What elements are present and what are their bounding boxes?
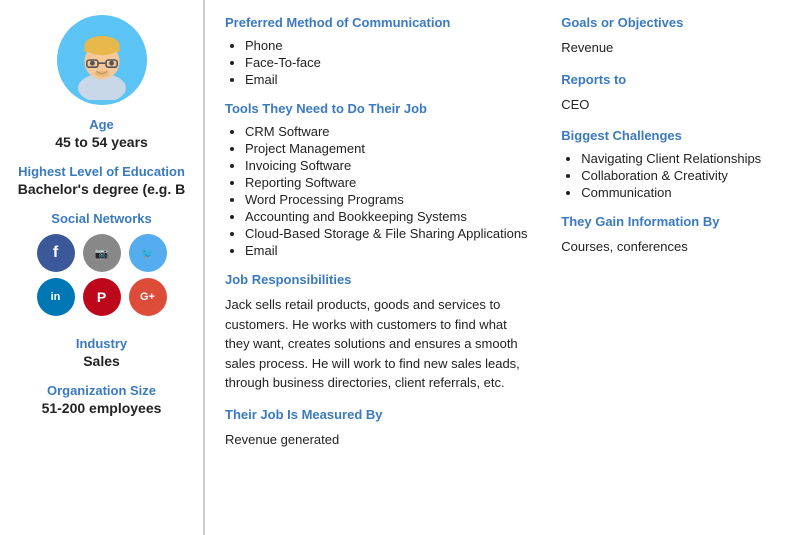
reports-title: Reports to <box>561 72 780 87</box>
linkedin-icon[interactable]: in <box>37 278 75 316</box>
main-left-col: Preferred Method of Communication Phone … <box>225 15 531 520</box>
challenges-list: Navigating Client Relationships Collabor… <box>561 151 780 200</box>
list-item: Communication <box>581 185 780 200</box>
list-item: Project Management <box>245 141 531 156</box>
list-item: CRM Software <box>245 124 531 139</box>
list-item: Cloud-Based Storage & File Sharing Appli… <box>245 226 531 241</box>
list-item: Phone <box>245 38 531 53</box>
job-resp-title: Job Responsibilities <box>225 272 531 287</box>
social-label: Social Networks <box>10 211 193 226</box>
social-section: Social Networks f 📷 🐦 in P G+ <box>10 211 193 322</box>
avatar <box>57 15 147 105</box>
list-item: Word Processing Programs <box>245 192 531 207</box>
instagram-icon[interactable]: 📷 <box>83 234 121 272</box>
comm-list: Phone Face-To-face Email <box>225 38 531 87</box>
measured-title: Their Job Is Measured By <box>225 407 531 422</box>
gplus-icon[interactable]: G+ <box>129 278 167 316</box>
education-label: Highest Level of Education <box>10 164 193 179</box>
reports-text: CEO <box>561 95 780 115</box>
org-size-section: Organization Size 51-200 employees <box>10 383 193 416</box>
info-title: They Gain Information By <box>561 214 780 229</box>
main-right-col: Goals or Objectives Revenue Reports to C… <box>551 15 780 520</box>
goals-text: Revenue <box>561 38 780 58</box>
org-size-label: Organization Size <box>10 383 193 398</box>
twitter-icon[interactable]: 🐦 <box>129 234 167 272</box>
age-label: Age <box>10 117 193 132</box>
pinterest-icon[interactable]: P <box>83 278 121 316</box>
list-item: Navigating Client Relationships <box>581 151 780 166</box>
list-item: Email <box>245 243 531 258</box>
list-item: Accounting and Bookkeeping Systems <box>245 209 531 224</box>
industry-value: Sales <box>10 353 193 369</box>
age-section: Age 45 to 54 years <box>10 117 193 150</box>
challenges-title: Biggest Challenges <box>561 128 780 143</box>
comm-title: Preferred Method of Communication <box>225 15 531 30</box>
job-resp-text: Jack sells retail products, goods and se… <box>225 295 531 393</box>
social-row-2: in P G+ <box>10 278 193 316</box>
education-section: Highest Level of Education Bachelor's de… <box>10 164 193 197</box>
measured-text: Revenue generated <box>225 430 531 450</box>
social-row-1: f 📷 🐦 <box>10 234 193 272</box>
education-value: Bachelor's degree (e.g. B <box>10 181 193 197</box>
list-item: Collaboration & Creativity <box>581 168 780 183</box>
list-item: Invoicing Software <box>245 158 531 173</box>
list-item: Email <box>245 72 531 87</box>
list-item: Face-To-face <box>245 55 531 70</box>
industry-label: Industry <box>10 336 193 351</box>
age-value: 45 to 54 years <box>10 134 193 150</box>
info-text: Courses, conferences <box>561 237 780 257</box>
sidebar: Age 45 to 54 years Highest Level of Educ… <box>0 0 205 535</box>
industry-section: Industry Sales <box>10 336 193 369</box>
facebook-icon[interactable]: f <box>37 234 75 272</box>
main-content: Preferred Method of Communication Phone … <box>205 0 800 535</box>
goals-title: Goals or Objectives <box>561 15 780 30</box>
org-size-value: 51-200 employees <box>10 400 193 416</box>
tools-list: CRM Software Project Management Invoicin… <box>225 124 531 258</box>
tools-title: Tools They Need to Do Their Job <box>225 101 531 116</box>
list-item: Reporting Software <box>245 175 531 190</box>
